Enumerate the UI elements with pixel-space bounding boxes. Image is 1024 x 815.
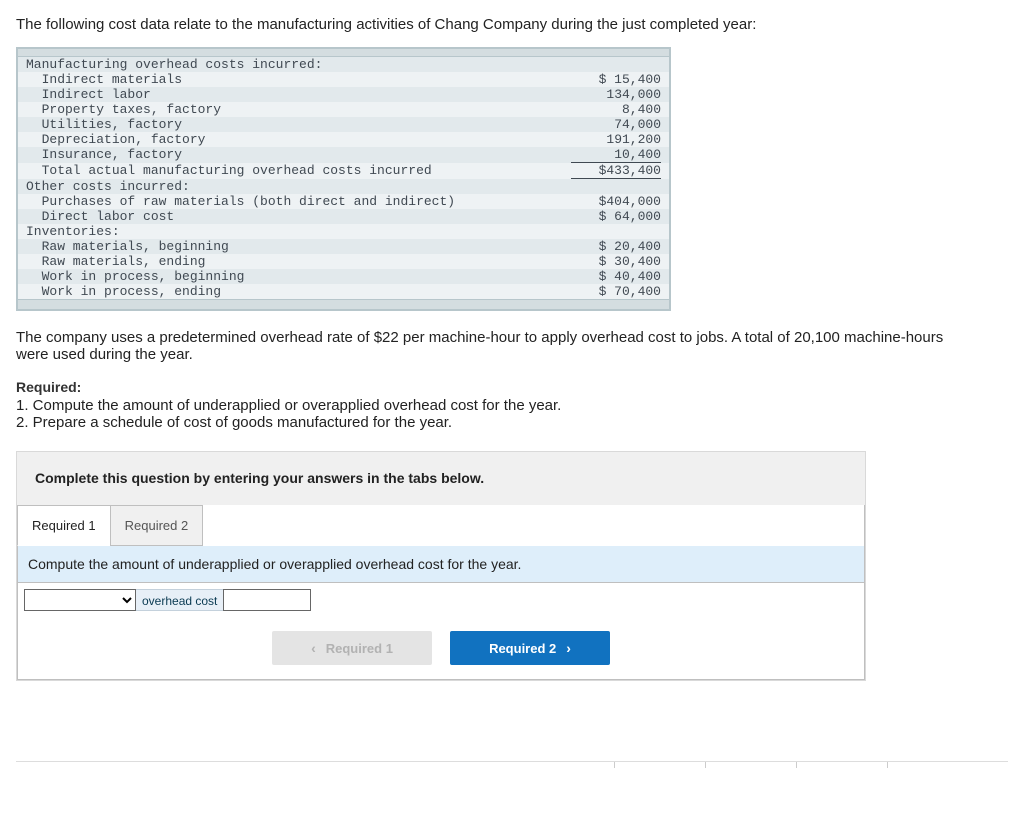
overhead-cost-label: overhead cost (136, 589, 223, 611)
row-label: Property taxes, factory (26, 102, 571, 117)
prev-required-button[interactable]: ‹ Required 1 (272, 631, 432, 665)
answer-instruction: Complete this question by entering your … (17, 452, 865, 506)
row-label: Total actual manufacturing overhead cost… (26, 163, 571, 179)
row-value: $ 15,400 (571, 72, 661, 87)
chevron-left-icon: ‹ (311, 640, 316, 656)
row-label: Purchases of raw materials (both direct … (26, 194, 571, 209)
inv-heading: Inventories: (26, 224, 661, 239)
narrative-text: The company uses a predetermined overhea… (16, 329, 976, 363)
question-prompt: Compute the amount of underapplied or ov… (18, 546, 864, 583)
chevron-right-icon: › (566, 640, 571, 656)
row-label: Depreciation, factory (26, 132, 571, 147)
row-value-total: $433,400 (571, 163, 661, 179)
intro-text: The following cost data relate to the ma… (16, 16, 1008, 33)
row-value: $404,000 (571, 194, 661, 209)
tab-required-2[interactable]: Required 2 (110, 505, 204, 546)
answer-panel: Complete this question by entering your … (16, 451, 866, 681)
required-heading: Required: (16, 379, 1008, 395)
applied-type-select[interactable] (24, 589, 136, 611)
answer-tabs: Required 1 Required 2 (18, 505, 864, 546)
row-value: $ 64,000 (571, 209, 661, 224)
row-value: $ 30,400 (571, 254, 661, 269)
row-label: Direct labor cost (26, 209, 571, 224)
row-label: Raw materials, beginning (26, 239, 571, 254)
row-value: $ 20,400 (571, 239, 661, 254)
row-value: 74,000 (571, 117, 661, 132)
next-label: Required 2 (489, 641, 556, 656)
prev-label: Required 1 (326, 641, 393, 656)
row-label: Utilities, factory (26, 117, 571, 132)
row-label: Indirect materials (26, 72, 571, 87)
tab-required-1[interactable]: Required 1 (17, 505, 111, 546)
next-required-button[interactable]: Required 2 › (450, 631, 610, 665)
row-value: 8,400 (571, 102, 661, 117)
footer-divider (16, 761, 1008, 771)
row-value: 134,000 (571, 87, 661, 102)
row-label: Work in process, beginning (26, 269, 571, 284)
row-value: $ 70,400 (571, 284, 661, 299)
moh-heading: Manufacturing overhead costs incurred: (26, 57, 661, 72)
row-value: $ 40,400 (571, 269, 661, 284)
required-2: 2. Prepare a schedule of cost of goods m… (16, 414, 1008, 431)
overhead-amount-input[interactable] (223, 589, 311, 611)
row-label: Insurance, factory (26, 147, 571, 163)
required-1: 1. Compute the amount of underapplied or… (16, 397, 1008, 414)
row-label: Work in process, ending (26, 284, 571, 299)
cost-data-table: Manufacturing overhead costs incurred: I… (16, 47, 671, 311)
row-value: 10,400 (571, 147, 661, 163)
row-value: 191,200 (571, 132, 661, 147)
other-heading: Other costs incurred: (26, 179, 661, 194)
row-label: Raw materials, ending (26, 254, 571, 269)
row-label: Indirect labor (26, 87, 571, 102)
